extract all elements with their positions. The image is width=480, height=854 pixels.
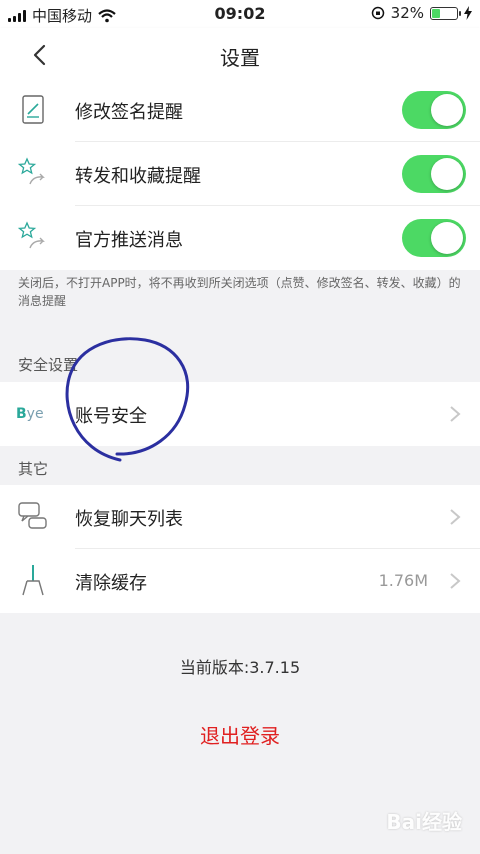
charging-icon [464,6,472,20]
signature-reminder-toggle[interactable] [402,91,466,129]
setting-row-restore-chat-list[interactable]: 恢复聊天列表 [0,485,480,549]
nav-bar: 设置 [0,28,480,82]
rotation-lock-icon [371,6,384,20]
setting-row-signature-reminder: 修改签名提醒 [0,78,480,142]
section-title-security: 安全设置 [18,356,79,374]
star-share-icon [17,221,45,249]
chevron-right-icon [450,509,461,525]
chevron-right-icon [450,573,461,589]
setting-label: 清除缓存 [75,573,147,594]
setting-label: 转发和收藏提醒 [75,166,201,187]
cache-size-value: 1.76M [378,571,428,590]
chat-bubbles-icon [18,502,47,529]
setting-label: 账号安全 [75,406,147,427]
version-label: 当前版本:3.7.15 [179,658,301,677]
status-bar: 中国移动 09:02 32% [0,0,480,28]
setting-row-clear-cache[interactable]: 清除缓存 1.76M [0,549,480,613]
setting-label: 官方推送消息 [75,230,183,251]
setting-row-official-push: 官方推送消息 [0,206,480,270]
star-share-icon [17,157,45,185]
other-settings-group: 恢复聊天列表 清除缓存 1.76M [0,485,480,613]
watermark: Bai经验 [386,810,462,834]
bye-logo-icon: Bye [16,406,44,422]
broom-icon [22,565,44,596]
setting-label: 恢复聊天列表 [75,509,183,530]
forward-favorite-reminder-toggle[interactable] [402,155,466,193]
setting-row-forward-favorite-reminder: 转发和收藏提醒 [0,142,480,206]
battery-percent: 32% [390,4,424,22]
setting-label: 修改签名提醒 [75,102,183,123]
page-title: 设置 [220,46,260,70]
chevron-right-icon [450,406,461,422]
battery-icon [430,6,461,20]
notification-settings-group: 修改签名提醒 转发和收藏提醒 官方推送消息 [0,78,480,270]
security-settings-group: Bye 账号安全 [0,382,480,446]
signature-icon [22,95,44,124]
official-push-toggle[interactable] [402,219,466,257]
section-title-other: 其它 [18,460,49,478]
status-right: 32% [371,4,472,22]
logout-button[interactable]: 退出登录 [0,720,480,749]
notification-note: 关闭后，不打开APP时，将不再收到所关闭选项（点赞、修改签名、转发、收藏）的消息… [18,276,461,308]
setting-row-account-security[interactable]: Bye 账号安全 [0,382,480,446]
